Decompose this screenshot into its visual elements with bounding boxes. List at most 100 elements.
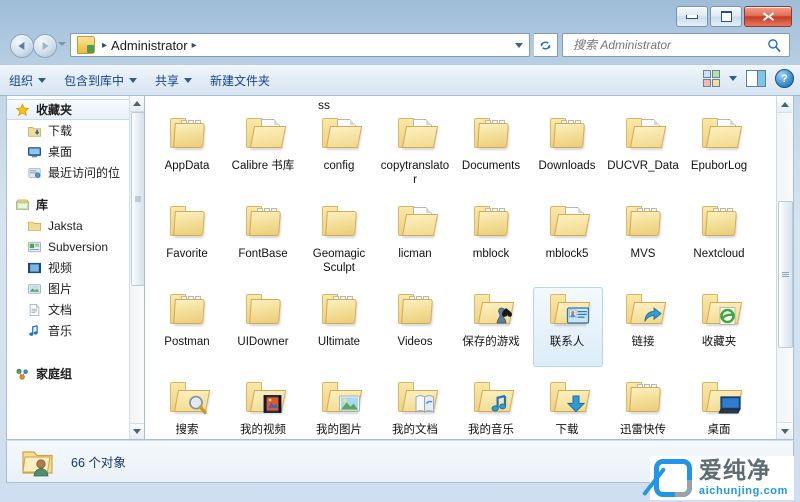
file-item[interactable]: licman xyxy=(377,198,453,286)
my-pictures-icon xyxy=(315,378,363,420)
file-item[interactable]: 我的音乐 xyxy=(453,374,529,439)
chevron-down-icon xyxy=(184,77,193,83)
organize-button[interactable]: 组织 xyxy=(0,69,55,91)
maximize-button[interactable] xyxy=(710,6,742,27)
back-button[interactable] xyxy=(10,34,34,58)
close-button[interactable] xyxy=(744,6,792,27)
file-item[interactable]: 迅雷快传 xyxy=(605,374,681,439)
file-item[interactable]: Ultimate xyxy=(301,286,377,374)
file-item[interactable]: 收藏夹 xyxy=(681,286,757,374)
file-item-label: Ultimate xyxy=(317,336,361,348)
file-list-scrollbar[interactable] xyxy=(776,96,793,439)
breadcrumb[interactable]: ▸ Administrator ▸ xyxy=(70,33,530,57)
nav-scroll-down-button[interactable] xyxy=(130,423,144,439)
search-box[interactable] xyxy=(562,33,790,57)
folder-files-icon xyxy=(239,202,287,244)
file-item[interactable]: MVS xyxy=(605,198,681,286)
views-grid-icon[interactable] xyxy=(703,70,720,87)
file-item[interactable]: Calibre 书库 xyxy=(225,110,301,198)
scroll-up-button[interactable] xyxy=(777,96,792,113)
chevron-down-icon xyxy=(780,428,789,434)
file-item[interactable]: Downloads xyxy=(529,110,605,198)
new-folder-button[interactable]: 新建文件夹 xyxy=(201,69,279,91)
file-item[interactable]: mblock5 xyxy=(529,198,605,286)
watermark: 爱纯净 aichunjing.com xyxy=(649,456,794,500)
subversion-icon xyxy=(27,240,42,254)
sidebar-item-libraries[interactable]: 库 xyxy=(7,194,144,215)
file-item[interactable]: config xyxy=(301,110,377,198)
explorer-window: ▸ Administrator ▸ 组织 xyxy=(0,0,800,502)
file-item-label: FontBase xyxy=(238,248,288,260)
nav-scroll-up-button[interactable] xyxy=(130,96,144,112)
file-item[interactable]: DUCVR_Data xyxy=(605,110,681,198)
file-item[interactable]: 桌面 xyxy=(681,374,757,439)
file-item[interactable]: 我的视频 xyxy=(225,374,301,439)
scroll-down-button[interactable] xyxy=(777,422,792,439)
breadcrumb-item-administrator[interactable]: Administrator xyxy=(111,38,188,53)
file-item-label: DUCVR_Data xyxy=(607,160,679,172)
sidebar-item-homegroup[interactable]: 家庭组 xyxy=(7,363,144,384)
breadcrumb-separator-icon[interactable]: ▸ xyxy=(192,40,197,51)
file-item[interactable]: 我的图片 xyxy=(301,374,377,439)
file-item-label: 链接 xyxy=(631,336,655,348)
file-item[interactable]: 链接 xyxy=(605,286,681,374)
sidebar-item-favorites[interactable]: 收藏夹 xyxy=(7,99,144,120)
sidebar-item-documents[interactable]: 文档 xyxy=(7,299,144,320)
file-item-label: 桌面 xyxy=(707,424,731,436)
share-with-button[interactable]: 共享 xyxy=(146,69,201,91)
search-icon[interactable] xyxy=(767,38,782,53)
sidebar-item-pictures[interactable]: 图片 xyxy=(7,278,144,299)
file-item[interactable]: Documents xyxy=(453,110,529,198)
file-item-label: Nextcloud xyxy=(693,248,745,260)
sidebar-item-music[interactable]: 音乐 xyxy=(7,320,144,341)
refresh-icon xyxy=(540,40,551,50)
file-item[interactable]: UIDowner xyxy=(225,286,301,374)
file-item[interactable]: 我的文档 xyxy=(377,374,453,439)
file-item[interactable]: copytranslator xyxy=(377,110,453,198)
file-item[interactable]: 搜索 xyxy=(149,374,225,439)
sidebar-label-jaksta: Jaksta xyxy=(48,218,83,233)
maximize-icon xyxy=(720,11,732,22)
sidebar-item-subversion[interactable]: Subversion xyxy=(7,236,144,257)
file-item[interactable]: mblock xyxy=(453,198,529,286)
navigation-pane-scrollbar[interactable] xyxy=(129,96,144,439)
scrollbar-thumb[interactable] xyxy=(778,201,793,348)
preview-pane-icon[interactable] xyxy=(746,70,766,87)
file-list-pane[interactable]: ss AppData Calibre 书库 config copytranslator… xyxy=(144,95,794,440)
desktop-folder-icon xyxy=(695,378,743,420)
file-item[interactable]: Videos xyxy=(377,286,453,374)
file-item[interactable]: 下载 xyxy=(529,374,605,439)
help-icon[interactable]: ? xyxy=(775,69,794,88)
file-item-label: MVS xyxy=(630,248,656,260)
file-item[interactable]: AppData xyxy=(149,110,225,198)
search-input[interactable] xyxy=(571,37,767,53)
file-item[interactable]: 联系人 xyxy=(529,286,605,374)
pictures-library-icon xyxy=(27,282,42,296)
file-item[interactable]: FontBase xyxy=(225,198,301,286)
views-chevron-down-icon[interactable] xyxy=(729,76,737,81)
file-item[interactable]: 保存的游戏 xyxy=(453,286,529,374)
file-item-label: AppData xyxy=(164,160,210,172)
file-item[interactable]: Geomagic Sculpt xyxy=(301,198,377,286)
nav-scrollbar-thumb[interactable] xyxy=(131,112,144,286)
sidebar-item-desktop[interactable]: 桌面 xyxy=(7,141,144,162)
minimize-button[interactable] xyxy=(676,6,708,27)
sidebar-item-jaksta[interactable]: Jaksta xyxy=(7,215,144,236)
forward-button[interactable] xyxy=(33,34,57,58)
sidebar-item-videos[interactable]: 视频 xyxy=(7,257,144,278)
file-item-label: 搜索 xyxy=(175,424,199,436)
user-folder-icon xyxy=(77,36,95,54)
sidebar-item-recent-places[interactable]: 最近访问的位 xyxy=(7,162,144,183)
sidebar-item-downloads[interactable]: 下载 xyxy=(7,120,144,141)
window-controls xyxy=(676,6,792,27)
file-item[interactable]: Favorite xyxy=(149,198,225,286)
file-item[interactable]: Postman xyxy=(149,286,225,374)
file-item[interactable]: Nextcloud xyxy=(681,198,757,286)
file-item[interactable]: EpuborLog xyxy=(681,110,757,198)
breadcrumb-dropdown-icon[interactable] xyxy=(515,43,523,48)
refresh-button[interactable] xyxy=(534,33,558,57)
include-in-library-label: 包含到库中 xyxy=(64,73,125,88)
include-in-library-button[interactable]: 包含到库中 xyxy=(55,69,146,91)
recent-pages-dropdown-icon[interactable] xyxy=(58,42,66,46)
